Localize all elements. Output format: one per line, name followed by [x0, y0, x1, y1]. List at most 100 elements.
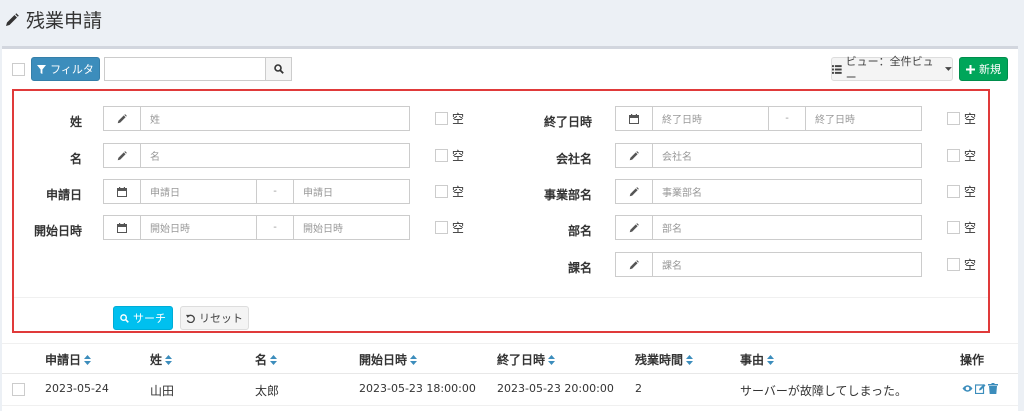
- calendar-icon: [117, 186, 127, 197]
- department-empty-toggle[interactable]: 空: [947, 219, 976, 236]
- last-name-field[interactable]: 姓: [141, 107, 409, 130]
- start-datetime-range[interactable]: 開始日時 - 開始日時: [103, 215, 410, 240]
- last-name-input-group[interactable]: 姓: [103, 106, 410, 131]
- filter-label-department: 部名: [567, 224, 592, 238]
- start-datetime-to[interactable]: 開始日時: [294, 216, 409, 239]
- first-name-input-group[interactable]: 名: [103, 143, 410, 168]
- column-header-first-name[interactable]: 名: [255, 351, 278, 368]
- last-name-empty-toggle[interactable]: 空: [435, 110, 464, 127]
- department-input-group[interactable]: 部名: [615, 215, 922, 240]
- empty-label: 空: [452, 185, 465, 199]
- header-bottom-border: [2, 373, 1018, 374]
- row-bottom-border: [2, 405, 1018, 406]
- sort-icon: [165, 354, 173, 365]
- list-box: フィルタ ビュー：全件ビュー 新規 姓 姓 空 名 名 空 申請日 申請日 -: [2, 46, 1018, 411]
- sort-icon: [270, 354, 278, 365]
- column-header-hours[interactable]: 残業時間: [635, 351, 694, 368]
- filter-label-application-date: 申請日: [45, 188, 82, 202]
- sort-icon: [548, 354, 556, 365]
- end-datetime-empty-toggle[interactable]: 空: [947, 110, 976, 127]
- start-datetime-empty-toggle[interactable]: 空: [435, 219, 464, 236]
- empty-label: 空: [964, 149, 977, 163]
- end-datetime-to[interactable]: 終了日時: [806, 107, 921, 130]
- pencil-icon: [629, 222, 639, 232]
- checkbox[interactable]: [435, 185, 448, 198]
- application-date-from[interactable]: 申請日: [141, 180, 256, 203]
- caret-down-icon: [945, 67, 953, 71]
- company-input-group[interactable]: 会社名: [615, 143, 922, 168]
- reset-button[interactable]: リセット: [180, 306, 249, 330]
- trash-icon[interactable]: [988, 383, 998, 394]
- column-header-reason[interactable]: 事由: [740, 351, 775, 368]
- company-empty-toggle[interactable]: 空: [947, 147, 976, 164]
- filter-label-division: 事業部名: [543, 188, 592, 202]
- column-header-end[interactable]: 終了日時: [497, 351, 556, 368]
- checkbox[interactable]: [435, 149, 448, 162]
- checkbox[interactable]: [435, 112, 448, 125]
- filter-label-company: 会社名: [555, 152, 592, 166]
- checkbox[interactable]: [947, 221, 960, 234]
- filter-icon: [37, 64, 47, 74]
- column-header-label: 事由: [740, 353, 765, 367]
- division-empty-toggle[interactable]: 空: [947, 183, 976, 200]
- empty-label: 空: [452, 112, 465, 126]
- division-field[interactable]: 事業部名: [653, 180, 921, 203]
- eye-icon[interactable]: [962, 384, 973, 393]
- pencil-icon: [629, 259, 639, 269]
- row-checkbox[interactable]: [12, 383, 25, 396]
- company-field[interactable]: 会社名: [653, 144, 921, 167]
- application-date-empty-toggle[interactable]: 空: [435, 183, 464, 200]
- column-header-label: 残業時間: [635, 353, 684, 367]
- column-header-label: 名: [255, 353, 268, 367]
- column-header-start[interactable]: 開始日時: [359, 351, 418, 368]
- column-header-label: 開始日時: [359, 353, 408, 367]
- pencil-icon: [629, 150, 639, 160]
- filter-button[interactable]: フィルタ: [31, 57, 100, 81]
- cell-end: 2023-05-23 20:00:00: [497, 382, 614, 395]
- undo-icon: [186, 314, 195, 323]
- end-datetime-range[interactable]: 終了日時 - 終了日時: [615, 106, 922, 131]
- filter-panel: 姓 姓 空 名 名 空 申請日 申請日 - 申請日 空 開始日時 開始日時 - …: [12, 89, 990, 333]
- column-header-last-name[interactable]: 姓: [150, 351, 173, 368]
- section-empty-toggle[interactable]: 空: [947, 256, 976, 273]
- table-top-border: [2, 343, 1018, 344]
- pencil-icon: [629, 186, 639, 196]
- view-dropdown[interactable]: ビュー：全件ビュー: [831, 55, 953, 84]
- new-button[interactable]: 新規: [959, 57, 1008, 81]
- calendar-icon: [117, 222, 127, 233]
- reset-label: リセット: [199, 312, 243, 325]
- range-separator: -: [256, 180, 294, 203]
- range-separator: -: [768, 107, 806, 130]
- pencil-icon: [6, 13, 19, 26]
- view-dropdown-label: ビュー：全件ビュー: [845, 55, 934, 84]
- checkbox[interactable]: [947, 112, 960, 125]
- search-button[interactable]: [266, 57, 292, 81]
- end-datetime-from[interactable]: 終了日時: [653, 107, 768, 130]
- checkbox[interactable]: [435, 221, 448, 234]
- column-header-date[interactable]: 申請日: [45, 351, 92, 368]
- select-all-checkbox[interactable]: [12, 63, 25, 76]
- empty-label: 空: [452, 149, 465, 163]
- section-field[interactable]: 課名: [653, 253, 921, 276]
- application-date-range[interactable]: 申請日 - 申請日: [103, 179, 410, 204]
- filter-divider: [14, 297, 988, 298]
- division-input-group[interactable]: 事業部名: [615, 179, 922, 204]
- checkbox[interactable]: [947, 185, 960, 198]
- empty-label: 空: [452, 221, 465, 235]
- page-header: 残業申請: [0, 0, 1024, 42]
- first-name-field[interactable]: 名: [141, 144, 409, 167]
- checkbox[interactable]: [947, 149, 960, 162]
- edit-icon[interactable]: [975, 383, 986, 394]
- section-input-group[interactable]: 課名: [615, 252, 922, 277]
- filter-label-last-name: 姓: [69, 115, 82, 129]
- application-date-to[interactable]: 申請日: [294, 180, 409, 203]
- department-field[interactable]: 部名: [653, 216, 921, 239]
- sort-icon: [767, 354, 775, 365]
- first-name-empty-toggle[interactable]: 空: [435, 147, 464, 164]
- checkbox[interactable]: [947, 258, 960, 271]
- search-submit-button[interactable]: サーチ: [113, 306, 173, 330]
- search-input[interactable]: [104, 57, 266, 81]
- filter-button-label: フィルタ: [50, 63, 94, 76]
- start-datetime-from[interactable]: 開始日時: [141, 216, 256, 239]
- filter-label-first-name: 名: [69, 152, 82, 166]
